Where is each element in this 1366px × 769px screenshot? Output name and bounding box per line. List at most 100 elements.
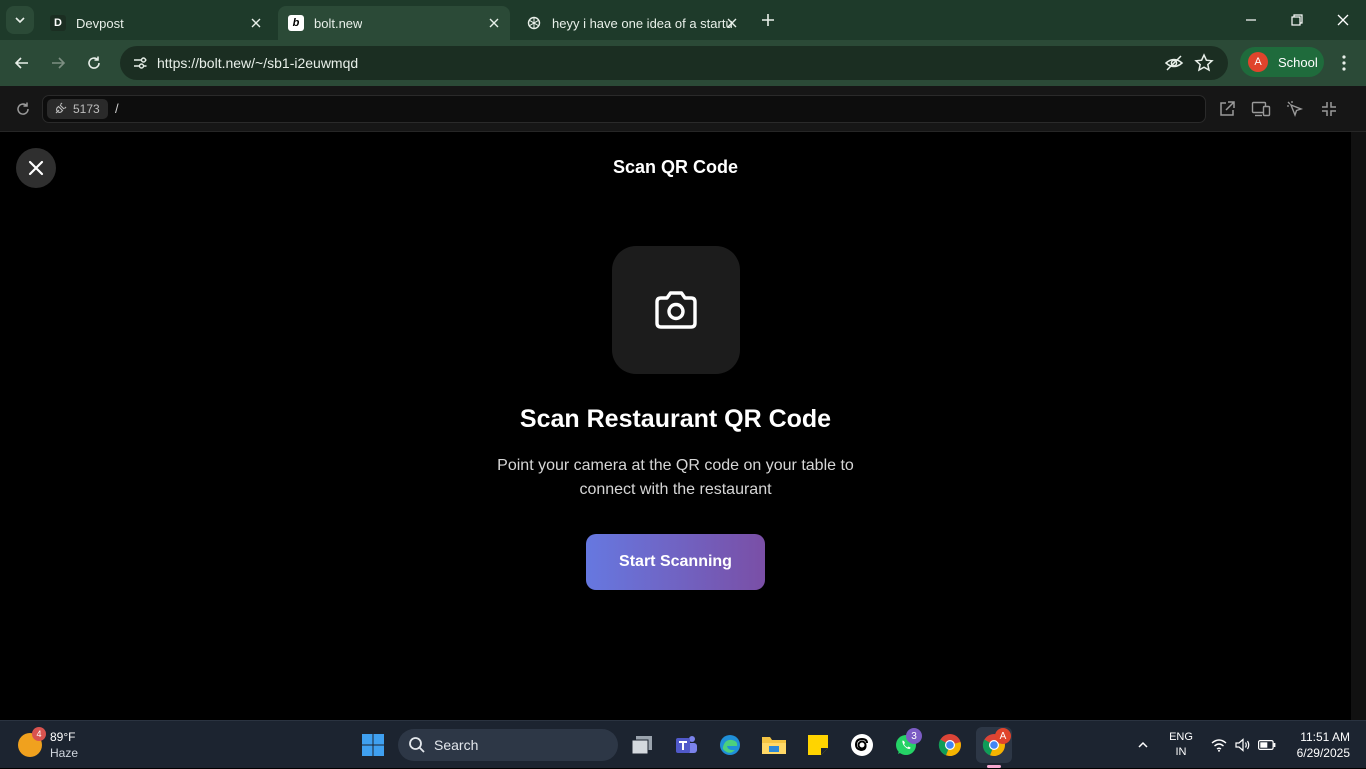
reload-icon: [17, 102, 29, 115]
avatar: A: [1248, 52, 1268, 72]
sticky-notes-app[interactable]: [800, 727, 836, 763]
profile-button[interactable]: A School: [1240, 47, 1324, 77]
new-tab-button[interactable]: [756, 8, 780, 32]
reload-button[interactable]: [80, 49, 108, 77]
clock-date: 6/29/2025: [1296, 746, 1350, 760]
close-tab-icon[interactable]: [486, 15, 502, 31]
plus-icon: [762, 14, 774, 26]
taskbar-search[interactable]: Search: [398, 729, 618, 761]
search-icon: [409, 737, 425, 753]
minimize-arrows-icon: [1322, 102, 1336, 116]
device-preview-button[interactable]: [1249, 98, 1273, 120]
address-bar[interactable]: https://bolt.new/~/sb1-i2euwmqd: [120, 46, 1228, 80]
edge-app[interactable]: [712, 727, 748, 763]
restore-button[interactable]: [1274, 0, 1320, 40]
minimize-button[interactable]: [1228, 0, 1274, 40]
folder-icon: [762, 737, 786, 754]
tab-search-button[interactable]: [6, 6, 34, 34]
back-button[interactable]: [8, 49, 36, 77]
close-window-button[interactable]: [1320, 0, 1366, 40]
eye-off-icon[interactable]: [1164, 53, 1184, 78]
tab-chatgpt[interactable]: heyy i have one idea of a startu: [516, 6, 748, 40]
plug-icon: [55, 102, 67, 117]
wifi-icon: [1211, 739, 1227, 752]
devices-icon: [1251, 101, 1271, 117]
bookmark-star-icon[interactable]: [1194, 53, 1214, 78]
forward-button[interactable]: [44, 49, 72, 77]
inspect-element-button[interactable]: [1283, 98, 1307, 120]
battery-icon: [1258, 740, 1276, 750]
site-settings-icon[interactable]: [128, 51, 152, 75]
start-button[interactable]: [355, 727, 391, 763]
task-view-button[interactable]: [624, 727, 660, 763]
battery-status[interactable]: [1256, 721, 1278, 769]
windows-logo-icon: [362, 734, 384, 756]
app-viewport: Scan QR Code Scan Restaurant QR Code Poi…: [0, 132, 1351, 720]
port-number: 5173: [73, 102, 100, 116]
browser-menu-button[interactable]: [1332, 50, 1356, 76]
close-tab-icon[interactable]: [724, 15, 740, 31]
language-code: ENG: [1169, 731, 1193, 743]
tab-title: Devpost: [76, 15, 124, 31]
file-explorer-app[interactable]: [756, 727, 792, 763]
edge-icon: [720, 735, 740, 755]
scan-headline: Scan Restaurant QR Code: [519, 405, 832, 433]
camera-icon: [655, 291, 697, 329]
search-label: Search: [434, 737, 479, 753]
chrome-profile-badge: A: [995, 728, 1011, 744]
chrome-icon: [938, 734, 961, 757]
port-selector[interactable]: 5173: [47, 99, 108, 119]
preview-path[interactable]: /: [115, 101, 119, 116]
weather-widget[interactable]: 4 89°F Haze: [14, 727, 104, 763]
sticky-note-icon: [808, 735, 828, 755]
preview-scrollbar[interactable]: [1351, 132, 1366, 720]
url-text[interactable]: https://bolt.new/~/sb1-i2euwmqd: [157, 55, 358, 71]
more-vertical-icon: [1342, 55, 1346, 71]
weather-badge: 4: [32, 727, 46, 741]
weather-temperature: 89°F: [50, 730, 76, 744]
taskbar: 4 89°F Haze Search 3 A ENG IN 11:51 AM 6…: [0, 720, 1366, 768]
browser-tab-strip: D Devpost b bolt.new heyy i have one ide…: [0, 0, 1366, 40]
tab-devpost[interactable]: D Devpost: [40, 6, 272, 40]
devpost-favicon-icon: D: [50, 15, 66, 31]
volume-control[interactable]: [1232, 721, 1254, 769]
preview-address-bar[interactable]: 5173 /: [42, 95, 1206, 123]
show-hidden-icons-button[interactable]: [1132, 721, 1154, 769]
chevron-down-icon: [15, 17, 25, 24]
threads-app[interactable]: [844, 727, 880, 763]
whatsapp-badge: 3: [906, 728, 922, 744]
browser-toolbar: https://bolt.new/~/sb1-i2euwmqd A School: [0, 40, 1366, 86]
preview-reload-button[interactable]: [10, 96, 36, 122]
chrome-app[interactable]: [932, 727, 968, 763]
teams-icon: [676, 736, 697, 753]
wifi-status[interactable]: [1208, 721, 1230, 769]
tab-bolt[interactable]: b bolt.new: [278, 6, 510, 40]
speaker-icon: [1235, 738, 1250, 752]
threads-icon: [851, 734, 873, 756]
profile-name: School: [1278, 54, 1318, 70]
open-in-new-tab-button[interactable]: [1215, 98, 1239, 120]
minimize-icon: [1246, 19, 1256, 21]
language-region: IN: [1175, 746, 1187, 758]
start-scanning-button[interactable]: Start Scanning: [586, 534, 765, 590]
weather-condition: Haze: [50, 746, 79, 760]
exit-fullscreen-button[interactable]: [1317, 98, 1341, 120]
language-indicator[interactable]: ENG IN: [1166, 730, 1196, 760]
cursor-click-icon: [1287, 101, 1304, 118]
scan-instructions: Point your camera at the QR code on your…: [497, 457, 854, 498]
close-icon: [1337, 14, 1349, 26]
task-view-icon: [631, 736, 652, 755]
system-clock[interactable]: 11:51 AM 6/29/2025: [1284, 729, 1350, 761]
arrow-right-icon: [52, 57, 66, 69]
teams-app[interactable]: [668, 727, 704, 763]
external-link-icon: [1220, 101, 1235, 116]
close-tab-icon[interactable]: [248, 15, 264, 31]
page-title: Scan QR Code: [612, 157, 739, 177]
preview-toolbar: 5173 /: [0, 86, 1366, 132]
chevron-up-icon: [1138, 741, 1148, 748]
tab-title: bolt.new: [314, 15, 363, 31]
clock-time: 11:51 AM: [1300, 730, 1350, 744]
arrow-left-icon: [14, 57, 28, 69]
openai-favicon-icon: [526, 15, 542, 31]
bolt-favicon-icon: b: [288, 15, 304, 31]
